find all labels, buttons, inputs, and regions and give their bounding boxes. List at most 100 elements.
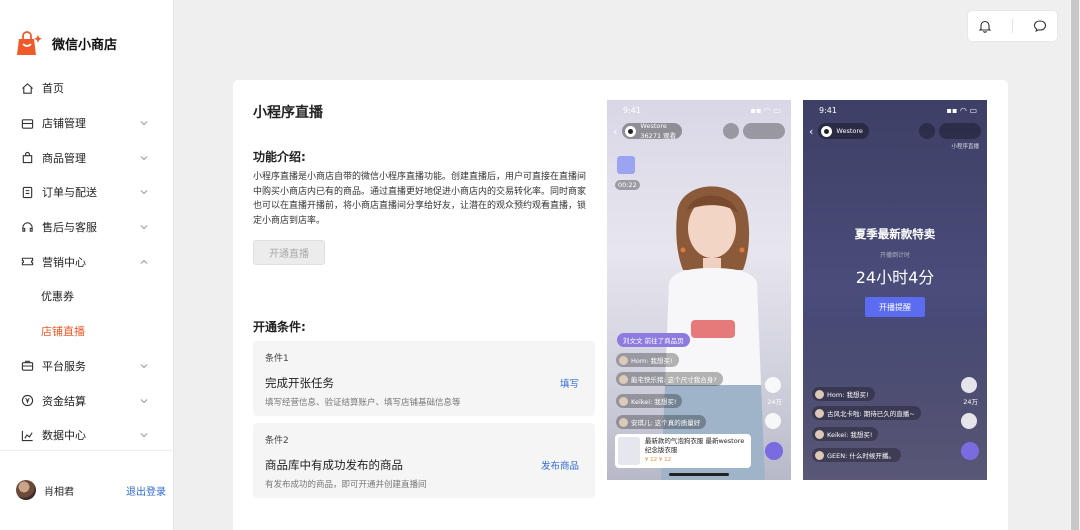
- status-bar: 9:41 ▪▪ ◠ ▭: [623, 106, 781, 115]
- live-headline: 夏季最新款特卖: [854, 227, 936, 241]
- headset-icon: [20, 220, 34, 234]
- chat-message: Keikei: 我想买!: [812, 427, 879, 441]
- miniapp-live-note: 小程序直播: [951, 144, 979, 150]
- order-icon: [20, 185, 34, 199]
- shop-pill: Westore 36271 观看: [622, 122, 683, 140]
- shopping-bag-icon: [961, 442, 979, 460]
- sidebar-subitem-coupons[interactable]: 优惠券: [0, 279, 174, 314]
- miniapp-capsule-icon: [939, 123, 981, 139]
- back-icon: ‹: [613, 124, 618, 138]
- user-name: 肖相君: [44, 486, 74, 498]
- chevron-down-icon: [140, 190, 148, 195]
- chevron-down-icon: [140, 155, 148, 160]
- user-panel: 肖相君 退出登录: [16, 480, 166, 500]
- divider: [0, 450, 174, 451]
- sidebar-item-products[interactable]: 商品管理: [0, 140, 174, 175]
- sidebar-item-home[interactable]: 首页: [0, 71, 174, 106]
- fill-info-link[interactable]: 填写: [560, 376, 579, 390]
- avatar: [619, 396, 628, 406]
- chat-message: 能宅快乐猪: 这个尺寸我合身?: [616, 372, 723, 386]
- sidebar-item-store[interactable]: 店铺管理: [0, 106, 174, 141]
- sidebar-item-funds[interactable]: 资金结算: [0, 383, 174, 418]
- avatar: [619, 355, 628, 365]
- sidebar-item-platform[interactable]: 平台服务: [0, 349, 174, 384]
- intro-text: 小程序直播是小商店自带的微信小程序直播功能。创建直播后，用户可直接在直播间中购买…: [253, 172, 587, 226]
- divider: [1012, 19, 1013, 33]
- shopping-bag-icon: [765, 442, 783, 460]
- brand[interactable]: 微信小商店: [16, 30, 117, 56]
- product-card: 最新款的气泡狗衣服 最新westore纪念版衣服 ¥ 12 ¥ 12: [615, 434, 751, 468]
- countdown-label: 开播倒计时: [879, 252, 910, 259]
- sidebar-item-marketing[interactable]: 营销中心: [0, 244, 174, 279]
- live-topbar: ‹ Westore 36271 观看: [613, 122, 785, 140]
- shop-bag-logo-icon: [17, 31, 42, 55]
- sidebar-item-label: 首页: [42, 82, 64, 96]
- sidebar-item-aftersale[interactable]: 售后与客服: [0, 210, 174, 245]
- chevron-down-icon: [140, 433, 148, 438]
- open-live-button[interactable]: 开通直播: [253, 240, 325, 265]
- chat-message: 安琪儿: 这个真的质量好: [616, 415, 707, 429]
- remind-button: 开播提醒: [865, 297, 925, 317]
- home-icon: [20, 81, 34, 95]
- chevron-down-icon: [140, 398, 148, 403]
- condition-name: 完成开张任务: [265, 376, 334, 390]
- chat-message: 古风北卡啦: 期待已久的直播~: [812, 406, 921, 420]
- status-bar: 9:41 ▪▪ ◠ ▭: [819, 106, 977, 115]
- intro-heading: 功能介绍:: [253, 150, 306, 164]
- condition-tag: 条件2: [265, 436, 289, 446]
- conditions-heading: 开通条件:: [253, 320, 306, 334]
- avatar: [619, 417, 628, 427]
- page-title: 小程序直播: [253, 105, 323, 121]
- publish-product-link[interactable]: 发布商品: [541, 458, 579, 472]
- message-icon[interactable]: [1033, 19, 1047, 33]
- viewer-count: 36271 观看: [640, 132, 677, 140]
- sidebar-item-label: 订单与配送: [42, 186, 97, 200]
- sidebar-subitem-label: 店铺直播: [41, 325, 85, 339]
- countdown-value: 24小时4分: [855, 268, 935, 287]
- status-time: 9:41: [819, 106, 837, 115]
- sidebar-item-orders[interactable]: 订单与配送: [0, 175, 174, 210]
- chevron-up-icon: [140, 259, 148, 264]
- chat-message: Hom: 我想买!: [812, 387, 875, 401]
- shop-pill: Westore: [818, 123, 869, 139]
- chevron-down-icon: [140, 363, 148, 369]
- product-title: 最新款的气泡狗衣服 最新westore纪念版衣服: [644, 437, 745, 454]
- yen-icon: [20, 394, 34, 408]
- logout-link[interactable]: 退出登录: [126, 483, 166, 498]
- main-card: 小程序直播 功能介绍: 小程序直播是小商店自带的微信小程序直播功能。创建直播后，…: [233, 80, 1008, 530]
- status-time: 9:41: [623, 106, 641, 115]
- shop-visit-tag: 刘文文 前往了商品页: [617, 333, 690, 347]
- sidebar-item-data[interactable]: 数据中心: [0, 418, 174, 453]
- page-scrollbar[interactable]: [1070, 0, 1080, 530]
- sidebar-item-label: 营销中心: [42, 255, 86, 269]
- gift-icon: [617, 156, 635, 174]
- brand-name: 微信小商店: [52, 37, 118, 53]
- sidebar-item-label: 商品管理: [42, 151, 86, 165]
- shop-name: Westore: [640, 122, 667, 130]
- top-actions: [967, 10, 1058, 42]
- condition-tag: 条件1: [265, 354, 289, 364]
- chat-message: Keikei: 我想买!: [616, 394, 683, 408]
- chevron-down-icon: [140, 121, 148, 126]
- bell-icon[interactable]: [978, 19, 992, 33]
- avatar[interactable]: [16, 480, 36, 500]
- condition-name: 商品库中有成功发布的商品: [265, 458, 403, 472]
- sidebar-nav: 首页 店铺管理 商品管理 订单与配送 售后与客服 营销中心 优惠券 店铺直播 平…: [0, 71, 174, 453]
- back-icon: ‹: [809, 124, 814, 138]
- like-count: 24万: [767, 398, 782, 406]
- scrollbar-thumb[interactable]: [1071, 0, 1079, 530]
- signal-battery-icon: ▪▪ ◠ ▭: [946, 106, 977, 115]
- sidebar-subitem-label: 优惠券: [41, 290, 74, 304]
- avatar: [815, 408, 824, 418]
- miniapp-capsule-icon: [743, 123, 785, 139]
- sidebar-item-label: 平台服务: [42, 359, 86, 373]
- shop-name: Westore: [836, 127, 863, 135]
- heart-icon: [961, 377, 977, 393]
- avatar: [815, 389, 824, 399]
- condition-card: 条件1 完成开张任务 填写经营信息、验证结算账户、填写店铺基础信息等 填写: [253, 341, 595, 416]
- share-icon: [723, 123, 739, 139]
- avatar: [815, 450, 824, 460]
- heart-icon: [765, 377, 781, 393]
- sidebar-subitem-live[interactable]: 店铺直播: [0, 314, 174, 349]
- shop-logo-icon: [625, 125, 637, 137]
